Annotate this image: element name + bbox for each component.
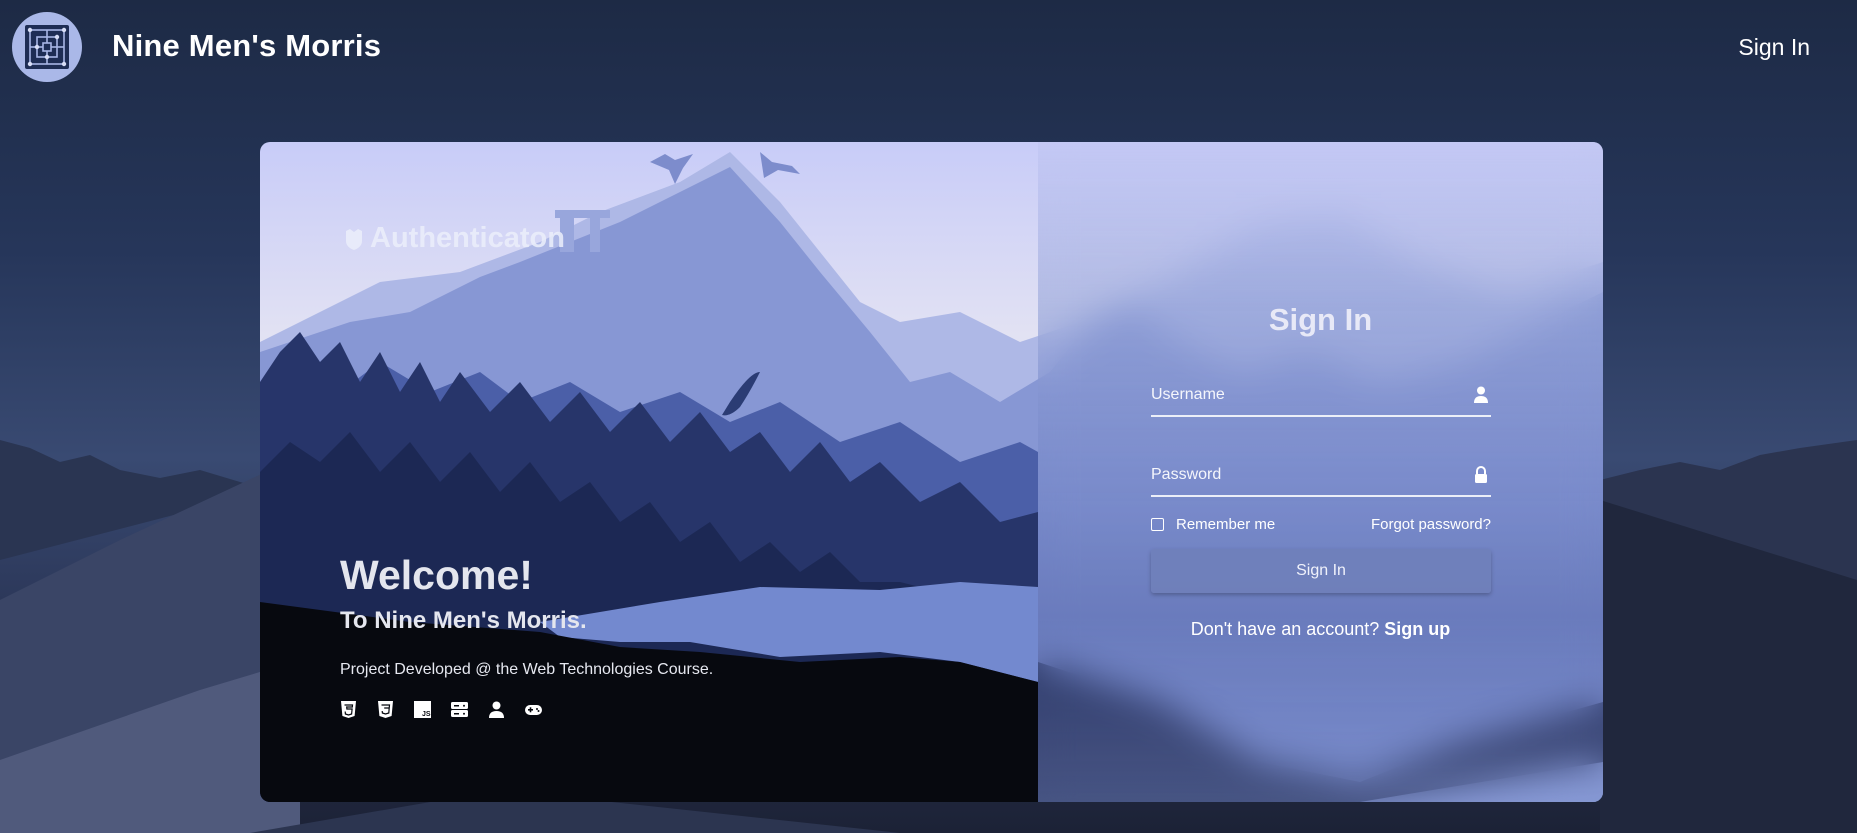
- html5-icon: [340, 701, 357, 718]
- server-icon: [451, 701, 468, 718]
- auth-brand: Authenticaton: [344, 222, 565, 255]
- form-options-row: Remember me Forgot password?: [1151, 516, 1491, 536]
- lock-icon: [1475, 466, 1487, 483]
- welcome-subtitle: To Nine Men's Morris.: [340, 607, 587, 634]
- gamepad-icon: [525, 701, 542, 718]
- form-title: Sign In: [1268, 302, 1373, 337]
- tech-icon-row: JS: [340, 701, 713, 718]
- welcome-block: Welcome! To Nine Men's Morris. Project D…: [340, 552, 713, 718]
- welcome-title: Welcome!: [340, 552, 533, 598]
- username-input[interactable]: [1151, 377, 1451, 413]
- remember-label[interactable]: Remember me: [1176, 516, 1275, 533]
- app-logo[interactable]: [12, 12, 82, 82]
- app-title[interactable]: Nine Men's Morris: [112, 28, 381, 64]
- signup-prompt-text: Don't have an account?: [1190, 619, 1380, 639]
- auth-brand-label: Authenticaton: [370, 222, 565, 254]
- remember-checkbox[interactable]: [1151, 518, 1164, 531]
- signin-button[interactable]: Sign In: [1151, 549, 1491, 593]
- password-input[interactable]: [1151, 457, 1451, 493]
- css3-icon: [377, 701, 394, 718]
- shield-icon: [346, 228, 362, 250]
- header-signin-link[interactable]: Sign In: [1738, 34, 1810, 61]
- nine-mens-morris-board-icon: [25, 25, 69, 69]
- login-form-panel: Sign In Remember me Forgot password? Sig…: [1038, 142, 1603, 802]
- top-navbar: Nine Men's Morris Sign In: [0, 0, 1857, 96]
- signup-link[interactable]: Sign up: [1384, 619, 1450, 639]
- project-note: Project Developed @ the Web Technologies…: [340, 661, 714, 678]
- svg-text:JS: JS: [422, 711, 431, 718]
- password-field: [1151, 457, 1491, 497]
- signup-prompt: Don't have an account? Sign up: [1038, 619, 1603, 640]
- user-icon: [488, 701, 505, 718]
- user-icon: [1474, 386, 1488, 403]
- auth-card: Authenticaton Welcome! To Nine Men's Mor…: [260, 142, 1603, 802]
- forgot-password-link[interactable]: Forgot password?: [1371, 516, 1491, 533]
- username-field: [1151, 377, 1491, 417]
- javascript-icon: JS: [414, 701, 431, 718]
